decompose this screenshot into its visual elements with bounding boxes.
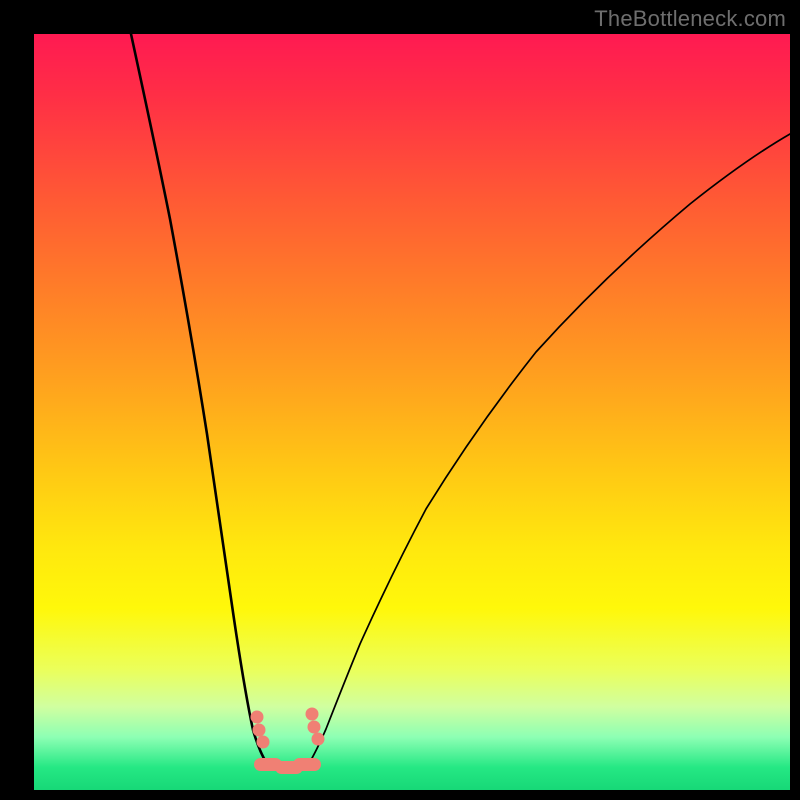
plot-area <box>34 34 790 790</box>
chart-stage: TheBottleneck.com <box>0 0 800 800</box>
marker-dot <box>308 721 321 734</box>
watermark-text: TheBottleneck.com <box>594 6 786 32</box>
marker-dot <box>257 736 270 749</box>
curve-right-arm <box>308 134 790 765</box>
curve-left-arm <box>131 34 268 765</box>
marker-dot <box>312 733 325 746</box>
marker-cap <box>293 758 321 771</box>
marker-dot <box>306 708 319 721</box>
curve-layer <box>34 34 790 790</box>
marker-cap <box>275 761 303 774</box>
marker-dot <box>253 724 266 737</box>
marker-cap <box>254 758 282 771</box>
marker-dot <box>251 711 264 724</box>
